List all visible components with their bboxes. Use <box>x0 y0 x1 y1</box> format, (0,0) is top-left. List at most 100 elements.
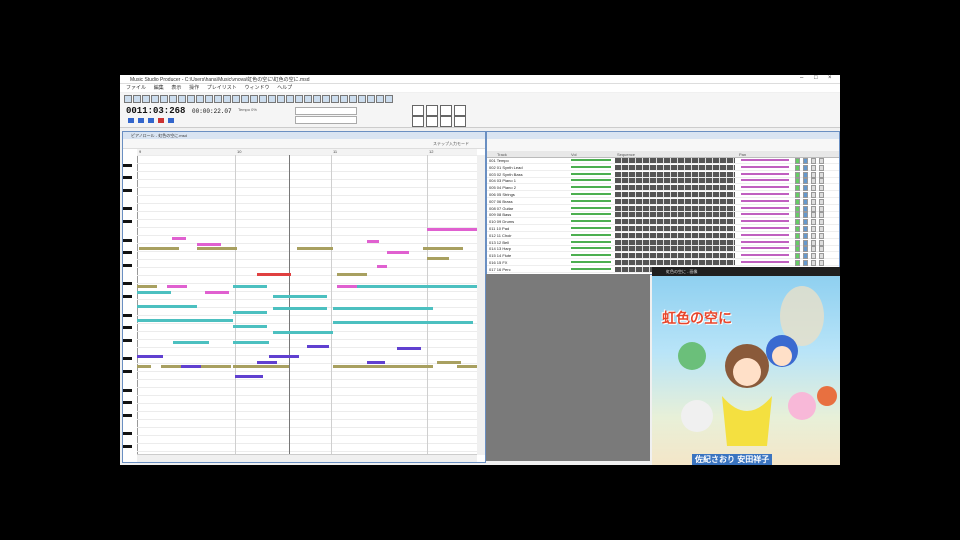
midi-note[interactable] <box>137 355 163 358</box>
track-toggle-button[interactable] <box>811 178 816 185</box>
volume-meter[interactable] <box>571 267 611 270</box>
sequence-blocks[interactable] <box>615 205 735 211</box>
menu-window[interactable]: ウィンドウ <box>244 84 269 92</box>
track-row[interactable]: 001 Tempo <box>487 158 839 164</box>
track-toggle-button[interactable] <box>803 253 808 260</box>
track-toggle-button[interactable] <box>803 239 808 246</box>
track-row[interactable]: 007 06 Brass <box>487 198 839 205</box>
rewind-icon[interactable] <box>128 118 134 123</box>
midi-note[interactable] <box>137 291 171 294</box>
midi-note[interactable] <box>273 295 327 298</box>
track-toggle-button[interactable] <box>811 253 816 260</box>
toolbar-button-icon[interactable] <box>277 95 285 103</box>
volume-meter[interactable] <box>571 199 611 202</box>
track-toggle-button[interactable] <box>819 253 824 260</box>
toolbar-button-icon[interactable] <box>385 95 393 103</box>
sequence-blocks[interactable] <box>615 178 735 184</box>
volume-meter[interactable] <box>571 254 611 257</box>
black-key[interactable] <box>123 413 132 417</box>
pan-bar[interactable] <box>741 172 789 175</box>
toolbar-button-icon[interactable] <box>340 95 348 103</box>
track-toggle-button[interactable] <box>819 260 824 266</box>
black-key[interactable] <box>123 388 132 392</box>
pan-bar[interactable] <box>741 254 789 257</box>
midi-note[interactable] <box>233 365 289 368</box>
menu-edit[interactable]: 編集 <box>154 84 164 92</box>
track-toggle-button[interactable] <box>795 178 800 185</box>
vertical-scrollbar[interactable] <box>477 155 485 455</box>
track-toggle-button[interactable] <box>819 164 824 171</box>
pan-bar[interactable] <box>741 220 789 223</box>
midi-note[interactable] <box>235 375 263 378</box>
track-toggle-button[interactable] <box>803 260 808 266</box>
volume-meter[interactable] <box>571 220 611 223</box>
track-toggle-button[interactable] <box>803 185 808 192</box>
midi-note[interactable] <box>285 273 291 276</box>
sequence-blocks[interactable] <box>615 185 735 191</box>
pan-bar[interactable] <box>741 193 789 195</box>
track-toggle-button[interactable] <box>819 192 824 198</box>
minimize-icon[interactable]: – <box>800 75 803 81</box>
note-grid[interactable] <box>137 155 477 455</box>
track-row[interactable]: 011 10 Pad <box>487 226 839 232</box>
toolbar-button-icon[interactable] <box>205 95 213 103</box>
toolbar-button-icon[interactable] <box>259 95 267 103</box>
track-toggle-button[interactable] <box>811 158 816 164</box>
piano-keyboard[interactable] <box>123 155 138 455</box>
volume-meter[interactable] <box>571 227 611 229</box>
pan-bar[interactable] <box>741 213 789 216</box>
track-row[interactable]: 003 02 Synth Bass <box>487 171 839 178</box>
track-toggle-button[interactable] <box>819 171 824 178</box>
black-key[interactable] <box>123 251 132 254</box>
midi-note[interactable] <box>257 273 285 276</box>
volume-meter[interactable] <box>571 233 611 236</box>
midi-note[interactable] <box>297 247 333 250</box>
midi-note[interactable] <box>181 365 201 368</box>
pan-bar[interactable] <box>741 227 789 229</box>
track-toggle-button[interactable] <box>795 185 800 192</box>
volume-meter[interactable] <box>571 179 611 182</box>
track-toggle-button[interactable] <box>811 212 816 219</box>
toolbar-button-icon[interactable] <box>313 95 321 103</box>
midi-note[interactable] <box>137 285 157 288</box>
sequence-blocks[interactable] <box>615 171 735 177</box>
track-toggle-button[interactable] <box>803 192 808 198</box>
menu-view[interactable]: 表示 <box>171 84 181 92</box>
track-toggle-button[interactable] <box>811 226 816 232</box>
track-row[interactable]: 004 03 Piano 1 <box>487 178 839 185</box>
midi-note[interactable] <box>172 237 186 240</box>
midi-note[interactable] <box>397 347 421 350</box>
black-key[interactable] <box>123 357 132 361</box>
pan-bar[interactable] <box>741 186 789 189</box>
tempo-icon[interactable] <box>426 116 438 127</box>
midi-note[interactable] <box>337 273 367 276</box>
track-toggle-button[interactable] <box>811 185 816 192</box>
midi-note[interactable] <box>357 285 477 288</box>
volume-meter[interactable] <box>571 165 611 168</box>
track-toggle-button[interactable] <box>811 205 816 212</box>
midi-note[interactable] <box>197 247 237 250</box>
mixer-icon[interactable] <box>412 116 424 127</box>
black-key[interactable] <box>123 163 132 167</box>
toolbar-button-icon[interactable] <box>358 95 366 103</box>
track-toggle-button[interactable] <box>819 178 824 185</box>
track-toggle-button[interactable] <box>819 212 824 219</box>
pan-bar[interactable] <box>741 233 789 236</box>
pan-bar[interactable] <box>741 159 789 161</box>
volume-meter[interactable] <box>571 213 611 216</box>
track-toggle-button[interactable] <box>811 164 816 171</box>
black-key[interactable] <box>123 263 132 267</box>
black-key[interactable] <box>123 188 132 192</box>
black-key[interactable] <box>123 369 132 373</box>
toolbar-button-icon[interactable] <box>196 95 204 103</box>
piano-roll-icon[interactable] <box>426 105 438 116</box>
horizontal-scrollbar[interactable] <box>137 454 477 462</box>
midi-note[interactable] <box>337 285 357 288</box>
track-toggle-button[interactable] <box>811 260 816 266</box>
track-toggle-button[interactable] <box>819 232 824 239</box>
track-toggle-button[interactable] <box>819 198 824 205</box>
sequence-blocks[interactable] <box>615 158 735 163</box>
volume-meter[interactable] <box>571 186 611 189</box>
track-row[interactable]: 014 13 Harp <box>487 246 839 253</box>
menu-operate[interactable]: 操作 <box>189 84 199 92</box>
